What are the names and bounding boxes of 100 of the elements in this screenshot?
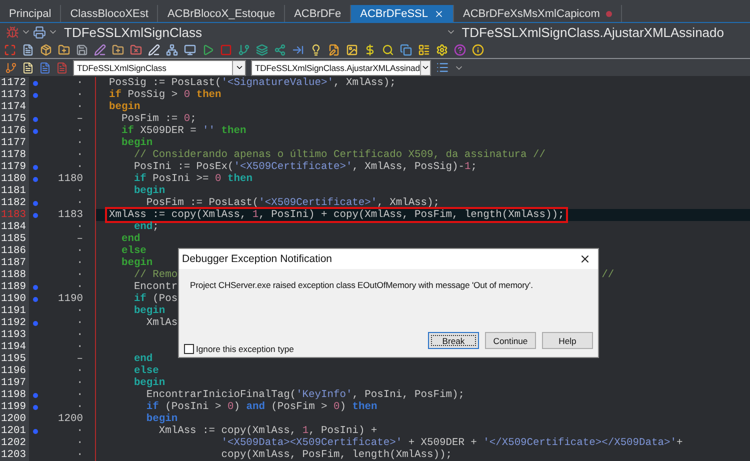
code-line: XmlAs — [145, 317, 178, 329]
gutter-mark: – — [76, 113, 84, 125]
gutter-mark: · — [76, 449, 84, 461]
breakpoint-marker-icon[interactable] — [33, 212, 38, 218]
breakpoint-marker-icon[interactable] — [33, 128, 38, 134]
folder-plus-icon[interactable] — [112, 44, 124, 56]
gutter-mark: 1200 — [58, 413, 84, 425]
window-icon[interactable] — [184, 44, 196, 56]
folder-remove-icon[interactable] — [130, 44, 142, 56]
run-icon[interactable] — [202, 44, 214, 56]
breakpoint-marker-icon[interactable] — [33, 92, 38, 98]
code-line: if PosIni >= 0 then — [132, 173, 252, 185]
dialog-button[interactable]: Help — [542, 332, 593, 349]
run-to-icon[interactable] — [292, 44, 304, 56]
dialog-button[interactable]: Continue — [485, 332, 536, 349]
breakpoint-marker-icon[interactable] — [33, 176, 38, 182]
implementation-icon[interactable] — [56, 62, 68, 74]
code-line: PosIni := PosEx('<X509Certificate>', XmlAss, PosSig)-1; — [132, 161, 477, 173]
line-number: 1179 — [0, 161, 29, 173]
breakpoint-marker-icon[interactable] — [33, 296, 38, 302]
file-edit-icon[interactable] — [328, 44, 340, 56]
layers-icon[interactable] — [256, 44, 268, 56]
gutter-mark: · — [76, 341, 84, 353]
gear-icon[interactable] — [436, 44, 448, 56]
line-number: 1178 — [0, 149, 29, 161]
line-number: 1181 — [0, 185, 29, 197]
dialog-button[interactable]: Break — [428, 332, 479, 349]
code-line: if PosSig > 0 then — [109, 89, 222, 101]
code-line: PosFim := PosLast('<X509Certificate>', XmlAss); — [145, 197, 440, 209]
line-number: 1185 — [0, 233, 29, 245]
printer-icon[interactable] — [33, 26, 46, 38]
dollar-icon[interactable] — [364, 44, 376, 56]
class-title: TDFeSSLXmlSignClass — [64, 24, 202, 40]
breakpoint-marker-icon[interactable] — [33, 428, 38, 434]
step-icon[interactable] — [238, 44, 250, 56]
line-number: 1184 — [0, 221, 29, 233]
breakpoint-marker-icon[interactable] — [33, 392, 38, 398]
code-line: begin — [132, 305, 166, 317]
fullscreen-icon[interactable] — [4, 44, 16, 56]
line-number: 1190 — [0, 293, 29, 305]
search-icon[interactable] — [382, 44, 394, 56]
gutter-mark: · — [76, 197, 84, 209]
breakpoint-marker-icon[interactable] — [33, 116, 38, 122]
gutter-mark: · — [76, 377, 84, 389]
gutter-mark: · — [76, 221, 84, 233]
breakpoint-marker-icon[interactable] — [33, 404, 38, 410]
line-number: 1201 — [0, 425, 29, 437]
line-number: 1173 — [0, 89, 29, 101]
modified-dot-icon — [606, 10, 612, 16]
editor-tab[interactable]: ACBrDFeXsMsXmlCapicom — [454, 5, 622, 22]
code-line: PosFim := 0; — [120, 113, 196, 125]
image-icon[interactable] — [346, 44, 358, 56]
save-icon[interactable] — [76, 44, 88, 56]
gutter-mark: 1190 — [58, 293, 84, 305]
code-line: else — [120, 245, 146, 257]
ignore-exception-checkbox[interactable]: Ignore this exception type — [184, 344, 294, 354]
hierarchy-icon[interactable] — [5, 62, 17, 74]
document-icon[interactable] — [22, 44, 34, 56]
list-icon[interactable] — [436, 61, 449, 74]
line-number: 1193 — [0, 329, 29, 341]
highlighted-code-line: XmlAss := copy(XmlAss, 1, PosIni) + copy(XmlAss, PosFim, length(XmlAss)); — [107, 209, 566, 221]
gutter-mark: · — [76, 281, 84, 293]
edit-icon[interactable] — [94, 44, 106, 56]
close-icon[interactable] — [434, 8, 444, 18]
method-combo[interactable]: TDFeSSLXmlSignClass.AjustarXMLAssinad — [251, 60, 431, 76]
bug-icon[interactable] — [6, 26, 19, 38]
dialog-title: Debugger Exception Notification — [182, 253, 332, 265]
editor-tab[interactable]: ACBrDFeSSL — [351, 5, 454, 22]
class-combo[interactable]: TDFeSSLXmlSignClass — [73, 60, 246, 76]
stop-icon[interactable] — [220, 44, 232, 56]
step-out-icon[interactable] — [274, 44, 286, 56]
line-number: 1203 — [0, 449, 29, 461]
line-number: 1187 — [0, 257, 29, 269]
help-icon[interactable] — [454, 44, 466, 56]
breakpoint-marker-icon[interactable] — [33, 164, 38, 170]
checkbox-icon[interactable] — [184, 344, 194, 354]
breakpoint-marker-icon[interactable] — [33, 320, 38, 326]
code-line: end — [120, 233, 140, 245]
folder-add-icon[interactable] — [58, 44, 70, 56]
line-number: 1197 — [0, 377, 29, 389]
gutter-mark: · — [76, 317, 84, 329]
interface-icon[interactable] — [39, 62, 51, 74]
code-line: '<X509Data><X509Certificate>' + X509DER + '</X509Certificate></X509Data>'+ — [220, 437, 683, 449]
gutter-mark: 1183 — [58, 209, 84, 221]
editor-tab[interactable]: ClassBlocoXEst — [61, 5, 158, 22]
note-icon[interactable] — [22, 62, 34, 74]
breakpoint-marker-icon[interactable] — [33, 80, 38, 86]
breakpoint-marker-icon[interactable] — [33, 200, 38, 206]
editor-tab[interactable]: Principal — [0, 5, 62, 22]
info-icon[interactable] — [472, 44, 484, 56]
copy-icon[interactable] — [400, 44, 412, 56]
pencil-icon[interactable] — [148, 44, 160, 56]
gutter-mark: · — [76, 77, 84, 89]
list-icon[interactable] — [418, 44, 430, 56]
package-icon[interactable] — [40, 44, 52, 56]
lightbulb-icon[interactable] — [310, 44, 322, 56]
editor-tab[interactable]: ACBrBlocoX_Estoque — [158, 5, 286, 22]
gutter-mark: · — [76, 149, 84, 161]
breakpoint-marker-icon[interactable] — [33, 284, 38, 290]
network-icon[interactable] — [166, 44, 178, 56]
